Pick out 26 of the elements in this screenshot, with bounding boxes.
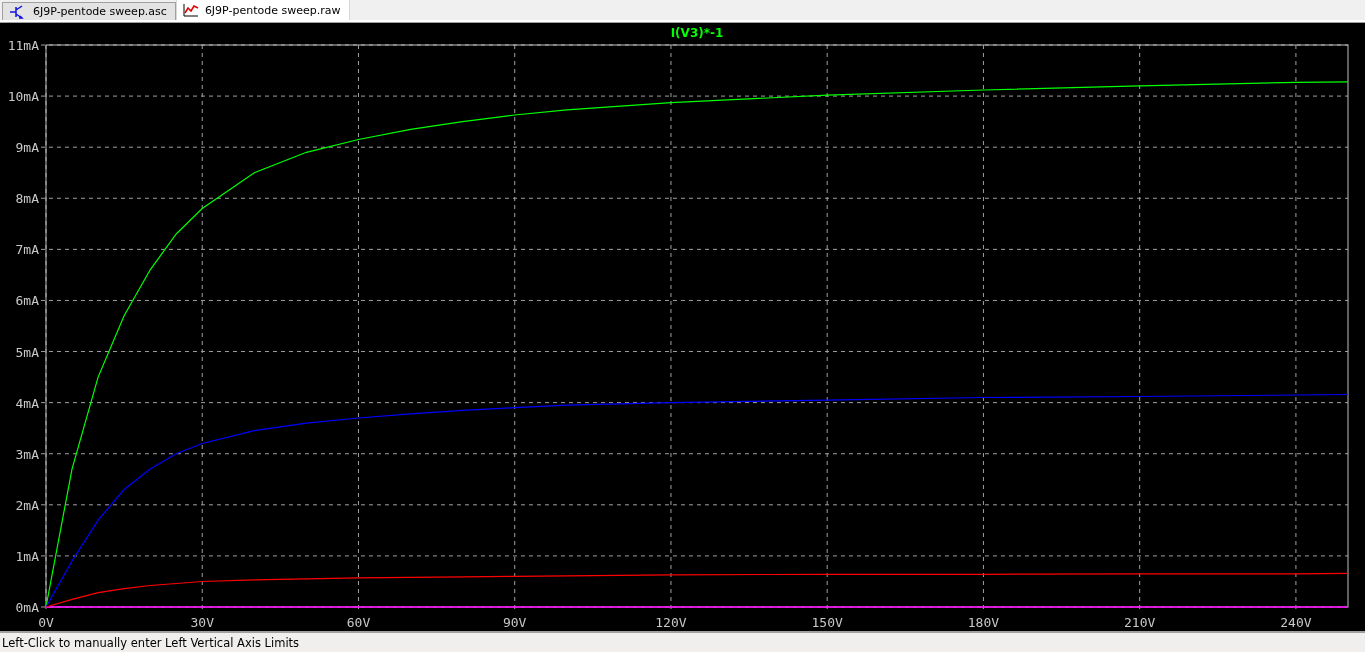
axis-tick-label: 9mA	[15, 140, 39, 156]
axis-tick-label: 1mA	[15, 548, 39, 564]
axis-tick-label: 6mA	[15, 293, 39, 309]
axis-tick-label: 5mA	[15, 344, 39, 360]
chart-title: I(V3)*-1	[670, 26, 724, 40]
axis-tick-label: 10mA	[7, 89, 39, 105]
axis-tick-label: 0V	[38, 615, 54, 630]
axis-tick-label: 8mA	[15, 191, 39, 207]
axis-tick-label: 2mA	[15, 497, 39, 513]
axis-tick-label: 90V	[503, 615, 527, 630]
axis-tick-label: 210V	[1124, 615, 1156, 630]
axis-tick-label: 11mA	[7, 38, 39, 53]
axis-tick-label: 240V	[1280, 615, 1312, 630]
axis-tick-label: 0mA	[15, 600, 39, 615]
axis-tick-label: 7mA	[15, 242, 39, 258]
axis-tick-label: 30V	[190, 615, 214, 630]
document-tab[interactable]: 6J9P-pentode sweep.raw	[175, 0, 350, 20]
waveform-icon	[182, 3, 199, 17]
axis-tick-label: 60V	[346, 615, 371, 630]
document-tab[interactable]: 6J9P-pentode sweep.asc	[2, 2, 176, 20]
transistor-icon	[9, 4, 27, 19]
axis-tick-label: 150V	[811, 615, 843, 630]
axis-tick-label: 4mA	[15, 395, 39, 411]
axis-tick-label: 3mA	[15, 446, 39, 462]
axis-tick-label: 180V	[967, 615, 1000, 630]
axis-tick-label: 120V	[655, 615, 687, 630]
